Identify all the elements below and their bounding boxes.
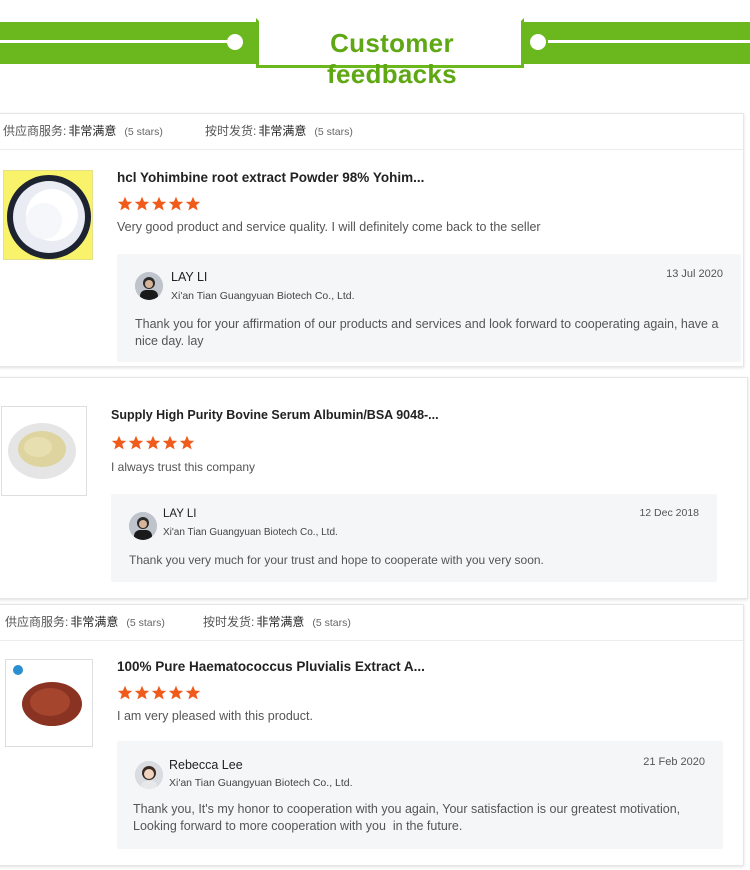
rating-value: 非常满意 (70, 615, 119, 629)
product-title-link[interactable]: 100% Pure Haematococcus Pluvialis Extrac… (117, 659, 425, 674)
review-card-1: 供应商服务: 非常满意 (5 stars) 按时发货: 非常满意 (5 stars) h… (0, 113, 744, 367)
reply-date: 12 Dec 2018 (639, 507, 699, 519)
seller-reply: LAY LI Xi'an Tian Guangyuan Biotech Co.,… (111, 494, 717, 582)
reply-message: Thank you very much for your trust and h… (129, 553, 544, 567)
star-rating (111, 435, 196, 451)
star-icon (162, 435, 178, 450)
rating-label: 按时发货: (205, 124, 257, 138)
page-title: Customer feedbacks (327, 28, 457, 89)
banner-line-right (548, 40, 750, 43)
star-icon (151, 685, 167, 700)
reply-author-name: LAY LI (171, 270, 208, 284)
star-icon (117, 685, 133, 700)
star-icon (151, 196, 167, 211)
review-comment: I am very pleased with this product. (117, 709, 313, 723)
rating-stars-text: (5 stars) (314, 126, 353, 138)
rating-stars-text: (5 stars) (126, 617, 165, 629)
star-rating (117, 685, 202, 701)
product-thumbnail[interactable] (5, 659, 93, 747)
product-thumbnail[interactable] (1, 406, 87, 496)
reply-company: Xi'an Tian Guangyuan Biotech Co., Ltd. (169, 777, 353, 789)
banner-dot-left (227, 34, 243, 50)
supplier-service-rating: 供应商服务: 非常满意 (5 stars) (5, 613, 165, 630)
reply-company: Xi'an Tian Guangyuan Biotech Co., Ltd. (163, 527, 338, 538)
banner-bar-left (0, 22, 262, 64)
reply-author-name: LAY LI (163, 508, 197, 520)
rating-stars-text: (5 stars) (124, 126, 163, 138)
star-icon (111, 435, 127, 450)
review-comment: I always trust this company (111, 460, 256, 474)
reply-author-name: Rebecca Lee (169, 758, 243, 772)
ratings-row: 供应商服务: 非常满意 (5 stars) 按时发货: 非常满意 (5 stars) (0, 114, 743, 150)
review-card-2: Supply High Purity Bovine Serum Albumin/… (0, 377, 748, 599)
header-banner: Customer feedbacks (0, 0, 750, 89)
reply-message-line: Looking forward to more cooperation with… (133, 819, 463, 833)
reply-message-line: Thank you, It's my honor to cooperation … (133, 802, 681, 816)
on-time-delivery-rating: 按时发货: 非常满意 (5 stars) (203, 613, 351, 630)
star-icon (185, 685, 201, 700)
star-icon (134, 196, 150, 211)
star-icon (168, 196, 184, 211)
star-rating (117, 196, 202, 212)
rating-value: 非常满意 (256, 615, 305, 629)
avatar (129, 512, 157, 540)
reply-date: 13 Jul 2020 (666, 268, 723, 280)
star-icon (128, 435, 144, 450)
star-icon (179, 435, 195, 450)
powder-plate-image (8, 423, 76, 479)
review-comment: Very good product and service quality. I… (117, 220, 541, 234)
rating-value: 非常满意 (258, 124, 307, 138)
star-icon (117, 196, 133, 211)
product-title-link[interactable]: Supply High Purity Bovine Serum Albumin/… (111, 408, 439, 422)
avatar (135, 761, 163, 789)
star-icon (185, 196, 201, 211)
powder-dish-image (7, 175, 91, 259)
banner-bar-right (522, 22, 750, 64)
red-powder-image (13, 665, 82, 726)
supplier-service-rating: 供应商服务: 非常满意 (5 stars) (3, 122, 163, 139)
rating-label: 供应商服务: (3, 124, 67, 138)
seller-reply: Rebecca Lee Xi'an Tian Guangyuan Biotech… (117, 741, 723, 849)
reply-date: 21 Feb 2020 (643, 756, 705, 768)
reply-message: Thank you for your affirmation of our pr… (135, 317, 719, 348)
reply-message: Thank you, It's my honor to cooperation … (133, 801, 713, 835)
star-icon (168, 685, 184, 700)
rating-label: 按时发货: (203, 615, 255, 629)
banner-line-left (0, 40, 232, 43)
on-time-delivery-rating: 按时发货: 非常满意 (5 stars) (205, 122, 353, 139)
ratings-row: 供应商服务: 非常满意 (5 stars) 按时发货: 非常满意 (5 stars) (0, 605, 743, 641)
product-thumbnail[interactable] (3, 170, 93, 260)
star-icon (145, 435, 161, 450)
rating-value: 非常满意 (68, 124, 117, 138)
star-icon (134, 685, 150, 700)
product-title-link[interactable]: hcl Yohimbine root extract Powder 98% Yo… (117, 170, 424, 185)
review-card-3: 供应商服务: 非常满意 (5 stars) 按时发货: 非常满意 (5 stars) 1… (0, 604, 744, 866)
rating-label: 供应商服务: (5, 615, 69, 629)
reply-company: Xi'an Tian Guangyuan Biotech Co., Ltd. (171, 290, 355, 302)
seller-reply: LAY LI Xi'an Tian Guangyuan Biotech Co.,… (117, 254, 741, 362)
rating-stars-text: (5 stars) (312, 617, 351, 629)
avatar (135, 272, 163, 300)
banner-dot-right (530, 34, 546, 50)
